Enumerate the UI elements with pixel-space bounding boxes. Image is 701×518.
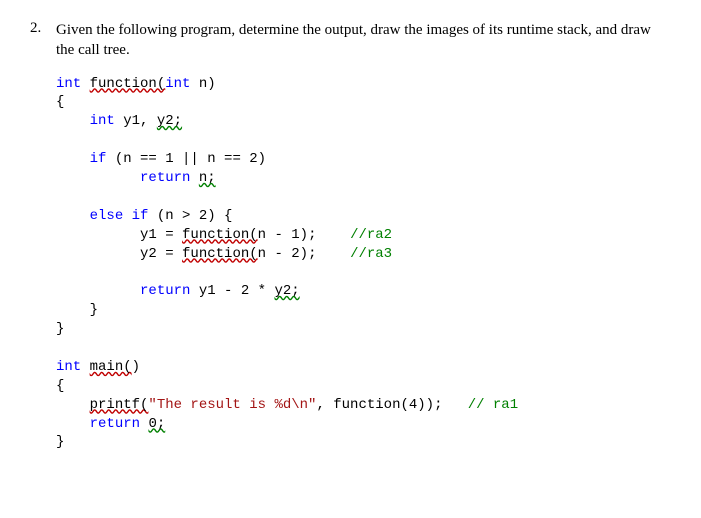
comment-ra3: //ra3 bbox=[350, 246, 392, 262]
keyword-int: int bbox=[56, 76, 81, 92]
keyword-int: int bbox=[165, 76, 190, 92]
brace-close: } bbox=[56, 321, 64, 337]
comment-ra2: //ra2 bbox=[350, 227, 392, 243]
brace-open: { bbox=[56, 94, 64, 110]
main-name: main( bbox=[90, 359, 132, 375]
keyword-if: if bbox=[90, 151, 107, 167]
question-block: 2. Given the following program, determin… bbox=[30, 20, 671, 61]
printf-call: printf( bbox=[90, 397, 149, 413]
function-name: function( bbox=[90, 76, 166, 92]
comment-ra1: // ra1 bbox=[468, 397, 518, 413]
code-text: n) bbox=[190, 76, 215, 92]
code-text: y2 = bbox=[140, 246, 182, 262]
keyword-return: return bbox=[90, 416, 140, 432]
brace-close: } bbox=[90, 302, 98, 318]
code-text: n - 2); bbox=[258, 246, 317, 262]
string-literal: "The result is %d\n" bbox=[148, 397, 316, 413]
keyword-return: return bbox=[140, 170, 190, 186]
keyword-return: return bbox=[140, 283, 190, 299]
var-y2: y2; bbox=[157, 113, 182, 129]
return-n: n; bbox=[199, 170, 216, 186]
code-text: y1 - 2 * bbox=[190, 283, 274, 299]
code-text: y1 = bbox=[140, 227, 182, 243]
question-number: 2. bbox=[30, 20, 56, 37]
code-text: , function(4)); bbox=[316, 397, 442, 413]
var-y2: y2; bbox=[274, 283, 299, 299]
call-function: function( bbox=[182, 227, 258, 243]
brace-close: } bbox=[56, 434, 64, 450]
keyword-int: int bbox=[56, 359, 81, 375]
keyword-if: if bbox=[132, 208, 149, 224]
call-function: function( bbox=[182, 246, 258, 262]
code-text: (n == 1 || n == 2) bbox=[106, 151, 266, 167]
return-zero: 0; bbox=[148, 416, 165, 432]
question-text: Given the following program, determine t… bbox=[56, 20, 671, 61]
code-text: n - 1); bbox=[258, 227, 317, 243]
keyword-int: int bbox=[90, 113, 115, 129]
code-text: ) bbox=[132, 359, 140, 375]
code-text: y1, bbox=[115, 113, 157, 129]
brace-open: { bbox=[56, 378, 64, 394]
code-block: int function(int n) { int y1, y2; if (n … bbox=[56, 75, 671, 453]
code-text: (n > 2) { bbox=[148, 208, 232, 224]
keyword-else: else bbox=[90, 208, 124, 224]
